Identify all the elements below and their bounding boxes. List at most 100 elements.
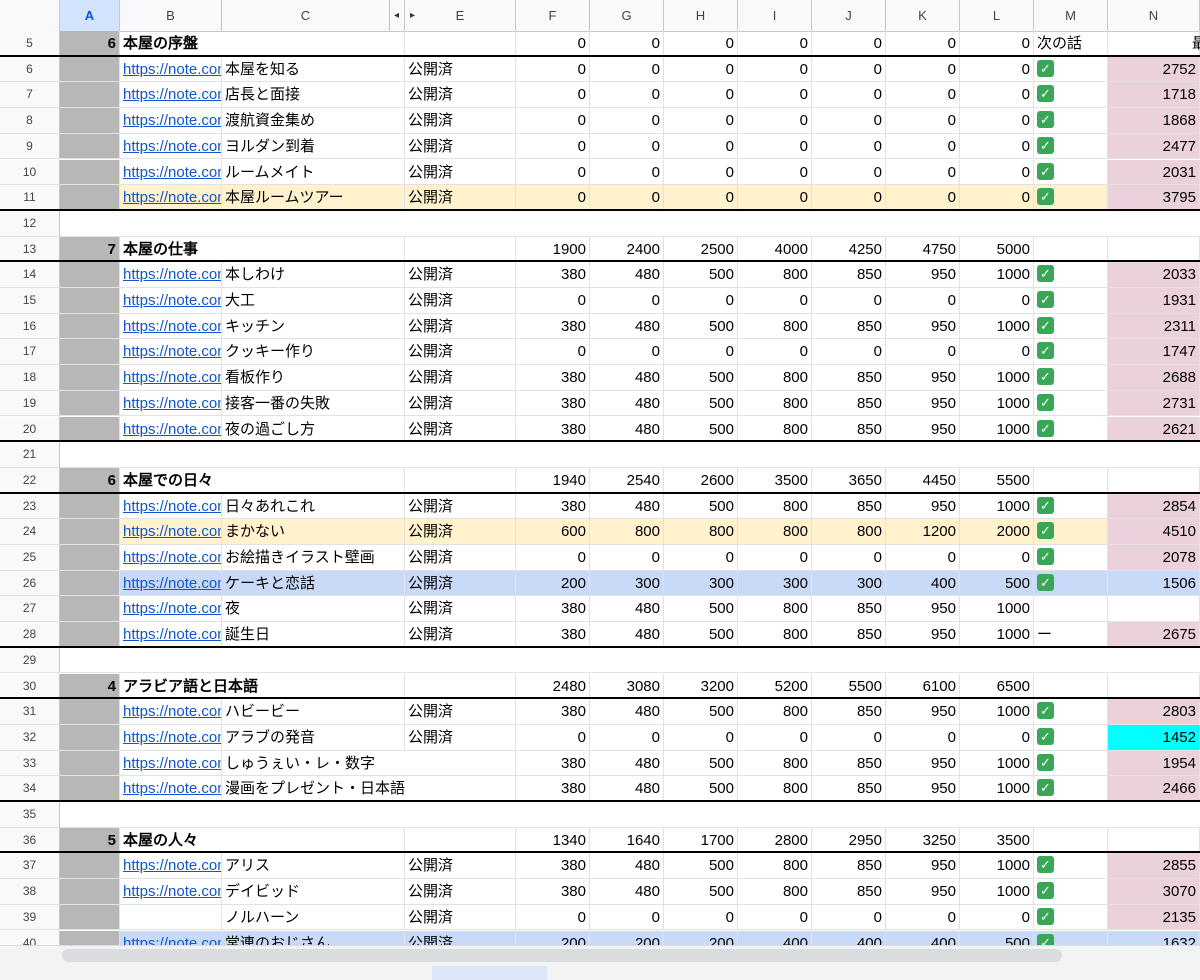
value-cell-G[interactable]: 3080: [590, 673, 664, 698]
value-cell-H[interactable]: 0: [664, 133, 738, 159]
column-header-H[interactable]: H: [664, 0, 738, 31]
value-cell-H[interactable]: 0: [664, 724, 738, 750]
next-episode-cell[interactable]: [1034, 467, 1108, 492]
status-cell[interactable]: [405, 827, 516, 852]
value-cell-G[interactable]: 480: [590, 853, 664, 879]
row-number[interactable]: 17: [0, 339, 60, 365]
cell-a[interactable]: [60, 262, 120, 287]
section-title[interactable]: 本屋の仕事: [120, 236, 405, 261]
value-cell-I[interactable]: 800: [738, 776, 812, 800]
horizontal-scrollbar[interactable]: [0, 945, 1200, 980]
status-cell[interactable]: 公開済: [405, 493, 516, 519]
next-episode-cell[interactable]: ✓: [1034, 879, 1108, 904]
value-cell-F[interactable]: 380: [516, 390, 590, 416]
views-count-cell[interactable]: 2752: [1108, 56, 1200, 82]
cell-a[interactable]: 4: [60, 673, 120, 698]
value-cell-J[interactable]: 850: [812, 416, 886, 441]
status-cell[interactable]: 公開済: [405, 930, 516, 945]
value-cell-F[interactable]: 380: [516, 853, 590, 879]
value-cell-K[interactable]: 400: [886, 930, 960, 945]
status-cell[interactable]: 公開済: [405, 853, 516, 879]
value-cell-G[interactable]: 200: [590, 930, 664, 945]
value-cell-J[interactable]: 0: [812, 288, 886, 313]
value-cell-L[interactable]: 1000: [960, 776, 1034, 800]
value-cell-H[interactable]: 500: [664, 776, 738, 800]
value-cell-L[interactable]: 1000: [960, 262, 1034, 287]
value-cell-I[interactable]: 0: [738, 339, 812, 365]
status-cell[interactable]: [405, 673, 516, 698]
article-link[interactable]: https://note.com: [120, 313, 222, 339]
next-episode-cell[interactable]: ✓: [1034, 904, 1108, 930]
value-cell-K[interactable]: 0: [886, 339, 960, 365]
cell-a[interactable]: [60, 545, 120, 570]
value-cell-I[interactable]: 800: [738, 853, 812, 879]
column-header-C[interactable]: C: [222, 0, 390, 31]
cell-a[interactable]: 6: [60, 467, 120, 492]
column-header-N[interactable]: N: [1108, 0, 1200, 31]
value-cell-J[interactable]: 0: [812, 133, 886, 159]
row-number[interactable]: 8: [0, 108, 60, 133]
status-cell[interactable]: 公開済: [405, 108, 516, 133]
value-cell-K[interactable]: 4750: [886, 236, 960, 261]
value-cell-J[interactable]: 850: [812, 596, 886, 622]
article-title[interactable]: お絵描きイラスト壁画: [222, 545, 405, 570]
status-cell[interactable]: 公開済: [405, 288, 516, 313]
status-cell[interactable]: 公開済: [405, 262, 516, 287]
value-cell-G[interactable]: 480: [590, 390, 664, 416]
status-cell[interactable]: 公開済: [405, 545, 516, 570]
value-cell-J[interactable]: 5500: [812, 673, 886, 698]
views-count-cell[interactable]: 3070: [1108, 879, 1200, 904]
value-cell-I[interactable]: 0: [738, 133, 812, 159]
value-cell-F[interactable]: 0: [516, 904, 590, 930]
value-cell-G[interactable]: 800: [590, 519, 664, 544]
value-cell-J[interactable]: 300: [812, 570, 886, 596]
value-cell-L[interactable]: 0: [960, 545, 1034, 570]
value-cell-I[interactable]: 800: [738, 493, 812, 519]
value-cell-G[interactable]: 0: [590, 545, 664, 570]
article-title[interactable]: 夜の過ごし方: [222, 416, 405, 441]
row-number[interactable]: 5: [0, 31, 60, 55]
spreadsheet-grid[interactable]: A B C E F G H I J K L M N ◂ ▸ 5 6 本屋の序盤 0 0 0 0 0 0 0 次の話最 6 https…: [0, 0, 1200, 945]
collapse-left-arrow-icon[interactable]: ◂: [394, 10, 399, 21]
value-cell-L[interactable]: 1000: [960, 313, 1034, 339]
article-title[interactable]: アラブの発音: [222, 724, 405, 750]
value-cell-L[interactable]: 5000: [960, 236, 1034, 261]
value-cell-H[interactable]: 500: [664, 313, 738, 339]
next-episode-cell[interactable]: [1034, 827, 1108, 852]
value-cell-J[interactable]: 800: [812, 519, 886, 544]
value-cell-H[interactable]: 2500: [664, 236, 738, 261]
value-cell-J[interactable]: 850: [812, 776, 886, 800]
value-cell-I[interactable]: 300: [738, 570, 812, 596]
value-cell-I[interactable]: 800: [738, 313, 812, 339]
next-episode-cell[interactable]: ✓: [1034, 493, 1108, 519]
value-cell-K[interactable]: 0: [886, 545, 960, 570]
article-link[interactable]: https://note.com: [120, 262, 222, 287]
article-title[interactable]: 本屋を知る: [222, 56, 405, 82]
column-header-G[interactable]: G: [590, 0, 664, 31]
value-cell-J[interactable]: 850: [812, 493, 886, 519]
row-number[interactable]: 14: [0, 262, 60, 287]
value-cell-J[interactable]: 400: [812, 930, 886, 945]
status-cell[interactable]: 公開済: [405, 904, 516, 930]
article-title[interactable]: 渡航資金集め: [222, 108, 405, 133]
value-cell-K[interactable]: 0: [886, 904, 960, 930]
article-title[interactable]: クッキー作り: [222, 339, 405, 365]
cell-a[interactable]: 5: [60, 827, 120, 852]
status-cell[interactable]: [405, 31, 516, 55]
value-cell-I[interactable]: 800: [738, 699, 812, 724]
cell-a[interactable]: [60, 904, 120, 930]
value-cell-J[interactable]: 0: [812, 56, 886, 82]
value-cell-F[interactable]: 0: [516, 159, 590, 185]
value-cell-K[interactable]: 950: [886, 879, 960, 904]
status-cell[interactable]: [405, 236, 516, 261]
value-cell-L[interactable]: 3500: [960, 827, 1034, 852]
article-link[interactable]: https://note.com: [120, 879, 222, 904]
views-count-cell[interactable]: 1632: [1108, 930, 1200, 945]
value-cell-L[interactable]: 1000: [960, 596, 1034, 622]
value-cell-K[interactable]: 0: [886, 82, 960, 108]
value-cell-F[interactable]: 1900: [516, 236, 590, 261]
status-cell[interactable]: [405, 467, 516, 492]
article-link[interactable]: https://note.com: [120, 776, 222, 800]
value-cell-I[interactable]: 0: [738, 724, 812, 750]
value-cell-K[interactable]: 0: [886, 108, 960, 133]
